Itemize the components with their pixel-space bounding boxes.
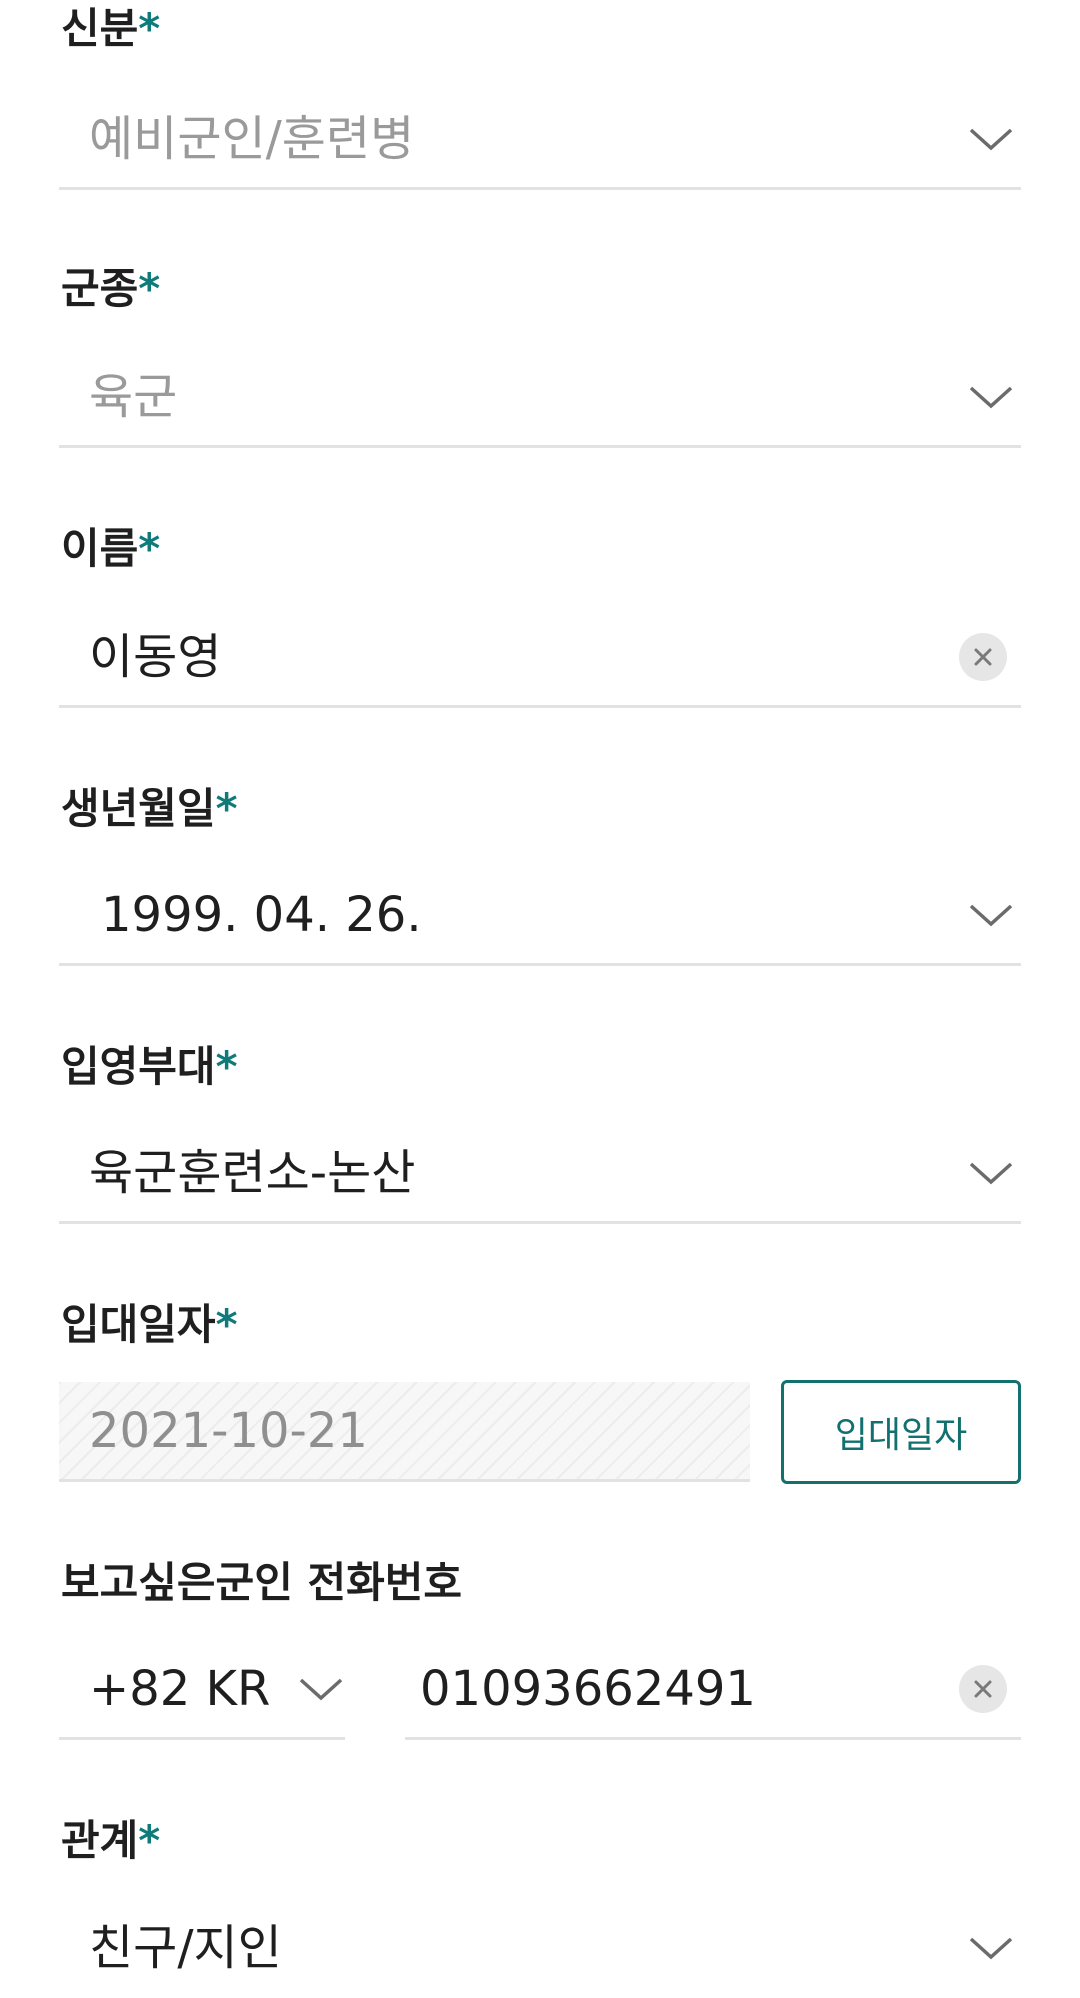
branch-label: 군종* xyxy=(61,268,160,310)
enlist-date-button[interactable]: 입대일자 xyxy=(781,1380,1021,1484)
status-value: 예비군인/훈련병 xyxy=(89,110,415,167)
enlist-date-label-text: 입대일자 xyxy=(61,1300,216,1349)
chevron-down-icon xyxy=(969,386,1013,408)
relation-select[interactable]: 친구/지인 xyxy=(59,1898,1021,1998)
clear-icon xyxy=(974,1680,992,1697)
required-mark: * xyxy=(138,4,161,53)
chevron-down-icon xyxy=(969,1937,1013,1960)
clear-icon xyxy=(974,648,992,665)
phone-number-input[interactable]: 01093662491 xyxy=(405,1640,1021,1740)
birthdate-value: 1999. 04. 26. xyxy=(101,886,422,943)
unit-label-text: 입영부대 xyxy=(61,1042,216,1091)
name-input[interactable]: 이동영 xyxy=(59,608,1021,708)
unit-value: 육군훈련소-논산 xyxy=(89,1144,416,1201)
required-mark: * xyxy=(215,1042,238,1091)
required-mark: * xyxy=(215,1300,238,1349)
status-label: 신분* xyxy=(61,8,160,50)
clear-phone-button[interactable] xyxy=(959,1664,1007,1713)
country-code-value: +82 KR xyxy=(89,1660,271,1717)
phone-number-value: 01093662491 xyxy=(420,1660,756,1717)
clear-name-button[interactable] xyxy=(959,632,1007,681)
relation-label-text: 관계 xyxy=(61,1816,139,1865)
chevron-down-icon xyxy=(969,1162,1013,1184)
relation-label: 관계* xyxy=(61,1820,160,1862)
branch-value: 육군 xyxy=(89,368,178,425)
branch-select[interactable]: 육군 xyxy=(59,348,1021,448)
required-mark: * xyxy=(138,524,161,573)
chevron-down-icon xyxy=(969,904,1013,926)
branch-label-text: 군종 xyxy=(61,264,139,313)
relation-value: 친구/지인 xyxy=(89,1920,282,1976)
required-mark: * xyxy=(138,264,161,313)
enlist-date-field: 2021-10-21 xyxy=(59,1382,750,1482)
enlist-date-value: 2021-10-21 xyxy=(89,1402,368,1459)
required-mark: * xyxy=(215,784,238,833)
name-value: 이동영 xyxy=(89,628,222,685)
birthdate-label: 생년월일* xyxy=(61,788,238,830)
status-label-text: 신분 xyxy=(61,4,139,53)
chevron-down-icon xyxy=(969,128,1013,150)
unit-label: 입영부대* xyxy=(61,1046,238,1088)
country-code-select[interactable]: +82 KR xyxy=(59,1640,345,1740)
phone-label: 보고싶은군인 전화번호 xyxy=(61,1562,462,1604)
chevron-down-icon xyxy=(299,1678,343,1700)
phone-label-text: 보고싶은군인 전화번호 xyxy=(61,1558,463,1607)
name-label: 이름* xyxy=(61,528,160,570)
enlist-date-label: 입대일자* xyxy=(61,1304,238,1346)
birthdate-label-text: 생년월일 xyxy=(61,784,216,833)
birthdate-select[interactable]: 1999. 04. 26. xyxy=(59,866,1021,966)
required-mark: * xyxy=(138,1816,161,1865)
unit-select[interactable]: 육군훈련소-논산 xyxy=(59,1124,1021,1224)
status-select[interactable]: 예비군인/훈련병 xyxy=(59,90,1021,190)
name-label-text: 이름 xyxy=(61,524,139,573)
